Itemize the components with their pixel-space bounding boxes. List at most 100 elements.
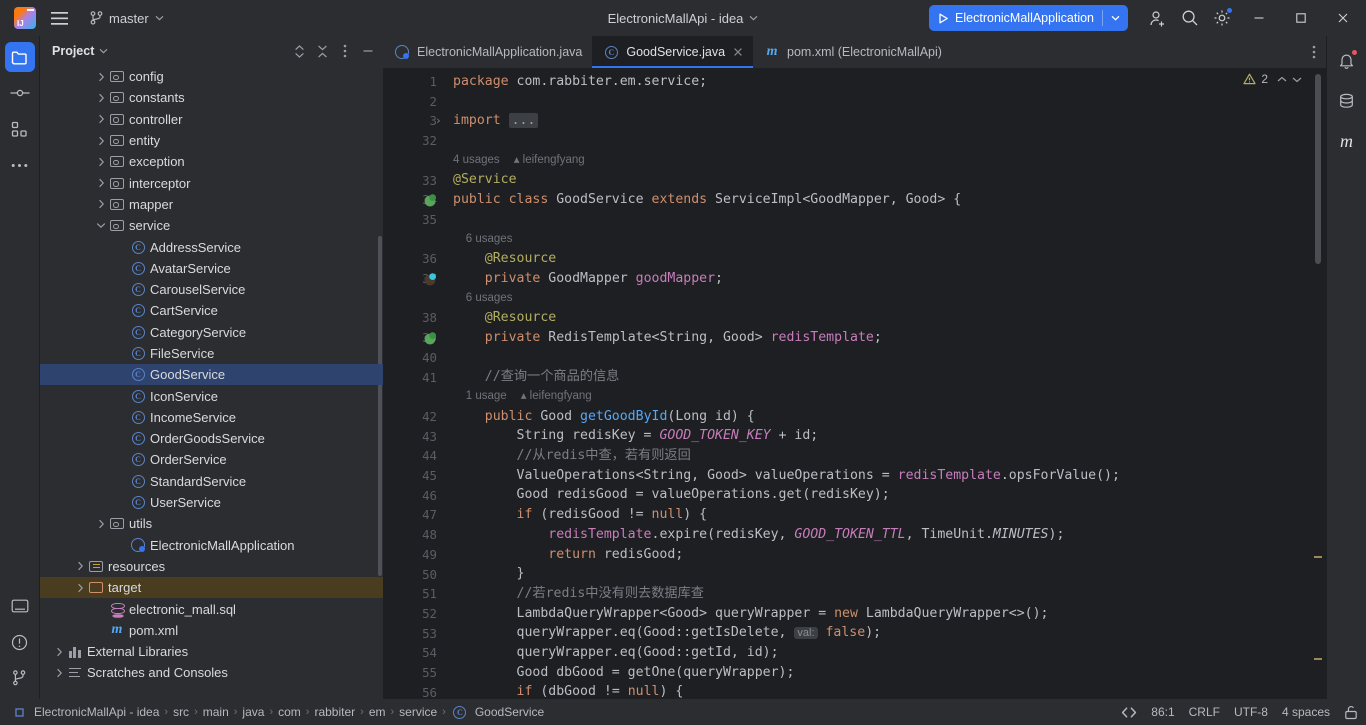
- editor-tab-pom-xml-electronicmallapi-[interactable]: m pom.xml (ElectronicMallApi): [753, 36, 952, 68]
- search-icon[interactable]: [1174, 4, 1206, 32]
- close-icon[interactable]: [733, 47, 743, 57]
- author-hint[interactable]: ▴ leifengfyang: [514, 154, 585, 166]
- chevron-right-icon[interactable]: [94, 93, 108, 103]
- tree-node-resources[interactable]: resources: [40, 556, 383, 577]
- more-tools-icon[interactable]: [5, 150, 35, 180]
- inspection-widget[interactable]: 2: [1243, 72, 1302, 86]
- code-line[interactable]: @Resource: [453, 249, 1312, 269]
- editor-tab-goodservice-java[interactable]: C GoodService.java: [592, 36, 754, 68]
- tree-node-pom-xml[interactable]: m pom.xml: [40, 620, 383, 641]
- scrollbar-thumb[interactable]: [1315, 74, 1321, 264]
- tree-node-addressservice[interactable]: C AddressService: [40, 236, 383, 257]
- tree-node-incomeservice[interactable]: C IncomeService: [40, 407, 383, 428]
- usage-hint[interactable]: 6 usages: [453, 289, 1312, 309]
- code-line[interactable]: private GoodMapper goodMapper;: [453, 269, 1312, 289]
- chevron-right-icon[interactable]: [94, 157, 108, 167]
- tree-node-cartservice[interactable]: C CartService: [40, 300, 383, 321]
- project-title-button[interactable]: ElectronicMallApi - idea: [608, 11, 759, 26]
- usage-count[interactable]: 1 usage: [453, 390, 507, 402]
- code-line[interactable]: Good redisGood = valueOperations.get(red…: [453, 485, 1312, 505]
- close-button[interactable]: [1322, 0, 1364, 36]
- tree-node-interceptor[interactable]: interceptor: [40, 172, 383, 193]
- code-line[interactable]: if (dbGood != null) {: [453, 682, 1312, 699]
- chevron-right-icon[interactable]: [94, 72, 108, 82]
- code-line[interactable]: import ...: [453, 111, 1312, 131]
- chevron-right-icon[interactable]: [73, 583, 87, 593]
- breadcrumb-item[interactable]: ElectronicMallApi - idea: [34, 705, 159, 719]
- chevron-right-icon[interactable]: [94, 519, 108, 529]
- chevron-right-icon[interactable]: [73, 561, 87, 571]
- editor-gutter[interactable]: 123›323334353637383940414243444546474849…: [383, 68, 445, 700]
- chevron-up-icon[interactable]: [1277, 76, 1287, 83]
- tree-node-scratches-and-consoles[interactable]: Scratches and Consoles: [40, 662, 383, 683]
- code-line[interactable]: //从redis中查，若有则返回: [453, 446, 1312, 466]
- run-configuration-button[interactable]: ElectronicMallApplication: [929, 5, 1128, 31]
- maven-icon[interactable]: m: [1332, 124, 1362, 158]
- tree-node-exception[interactable]: exception: [40, 151, 383, 172]
- tree-node-carouselservice[interactable]: C CarouselService: [40, 279, 383, 300]
- tree-node-service[interactable]: service: [40, 215, 383, 236]
- collapse-all-icon[interactable]: [311, 40, 333, 62]
- code-line[interactable]: public Good getGoodById(Long id) {: [453, 407, 1312, 427]
- code-line[interactable]: return redisGood;: [453, 545, 1312, 565]
- code-line[interactable]: //若redis中没有则去数据库查: [453, 584, 1312, 604]
- minimize-button[interactable]: [1238, 0, 1280, 36]
- code-line[interactable]: if (redisGood != null) {: [453, 505, 1312, 525]
- chevron-down-icon[interactable]: [99, 48, 108, 54]
- caret-position[interactable]: 86:1: [1151, 705, 1174, 719]
- tree-node-orderservice[interactable]: C OrderService: [40, 449, 383, 470]
- tree-node-userservice[interactable]: C UserService: [40, 492, 383, 513]
- tree-node-constants[interactable]: constants: [40, 87, 383, 108]
- tree-node-entity[interactable]: entity: [40, 130, 383, 151]
- database-icon[interactable]: [1332, 84, 1362, 118]
- code-line[interactable]: String redisKey = GOOD_TOKEN_KEY + id;: [453, 426, 1312, 446]
- code-line[interactable]: }: [453, 564, 1312, 584]
- project-tree[interactable]: config constants controller entity exception…: [40, 66, 383, 699]
- tree-node-mapper[interactable]: mapper: [40, 194, 383, 215]
- editor-tabs-overflow[interactable]: [1312, 36, 1326, 68]
- unlocked-icon[interactable]: [1344, 705, 1358, 720]
- code-line[interactable]: queryWrapper.eq(Good::getId, id);: [453, 643, 1312, 663]
- usage-count[interactable]: 6 usages: [453, 233, 513, 245]
- chevron-right-icon[interactable]: [94, 136, 108, 146]
- code-line[interactable]: queryWrapper.eq(Good::getIsDelete, val: …: [453, 623, 1312, 643]
- terminal-tool-icon[interactable]: [5, 591, 35, 621]
- chevron-down-icon[interactable]: [1103, 15, 1128, 21]
- editor-tab-electronicmallapplication-java[interactable]: ElectronicMallApplication.java: [383, 36, 592, 68]
- breadcrumb-item[interactable]: com: [278, 705, 301, 719]
- hide-panel-icon[interactable]: [357, 40, 379, 62]
- tree-node-controller[interactable]: controller: [40, 109, 383, 130]
- editor-text-area[interactable]: package com.rabbiter.em.service; import …: [445, 68, 1312, 699]
- hamburger-menu-icon[interactable]: [42, 4, 76, 32]
- notifications-icon[interactable]: [1332, 44, 1362, 78]
- file-encoding[interactable]: UTF-8: [1234, 705, 1268, 719]
- code-line[interactable]: @Resource: [453, 308, 1312, 328]
- breadcrumb[interactable]: ElectronicMallApi - idea › src › main › java › c…: [10, 705, 544, 719]
- breadcrumb-item[interactable]: GoodService: [475, 705, 544, 719]
- usage-count[interactable]: 6 usages: [453, 292, 513, 304]
- code-editor[interactable]: 123›323334353637383940414243444546474849…: [383, 68, 1326, 700]
- structure-tool-icon[interactable]: [5, 114, 35, 144]
- problems-tool-icon[interactable]: [5, 627, 35, 657]
- usage-hint[interactable]: 1 usage ▴ leifengfyang: [453, 387, 1312, 407]
- bean-icon[interactable]: [423, 269, 437, 289]
- code-line[interactable]: [453, 131, 1312, 151]
- code-line[interactable]: @Service: [453, 170, 1312, 190]
- chevron-right-icon[interactable]: [52, 668, 66, 678]
- code-line[interactable]: redisTemplate.expire(redisKey, GOOD_TOKE…: [453, 525, 1312, 545]
- tree-node-electronicmallapplication[interactable]: ElectronicMallApplication: [40, 535, 383, 556]
- code-line[interactable]: ValueOperations<String, Good> valueOpera…: [453, 466, 1312, 486]
- usage-count[interactable]: 4 usages: [453, 154, 500, 166]
- chevron-down-icon[interactable]: [1292, 76, 1302, 83]
- tree-node-config[interactable]: config: [40, 66, 383, 87]
- code-line[interactable]: package com.rabbiter.em.service;: [453, 72, 1312, 92]
- chevron-right-icon[interactable]: [52, 647, 66, 657]
- code-brackets-icon[interactable]: [1121, 706, 1137, 719]
- line-separator[interactable]: CRLF: [1189, 705, 1220, 719]
- tree-node-standardservice[interactable]: C StandardService: [40, 471, 383, 492]
- commit-tool-icon[interactable]: [5, 78, 35, 108]
- inspection-mark[interactable]: [1314, 658, 1322, 660]
- project-tool-icon[interactable]: [4, 42, 35, 72]
- chevron-right-icon[interactable]: [94, 199, 108, 209]
- fold-arrow-icon[interactable]: ›: [435, 111, 442, 131]
